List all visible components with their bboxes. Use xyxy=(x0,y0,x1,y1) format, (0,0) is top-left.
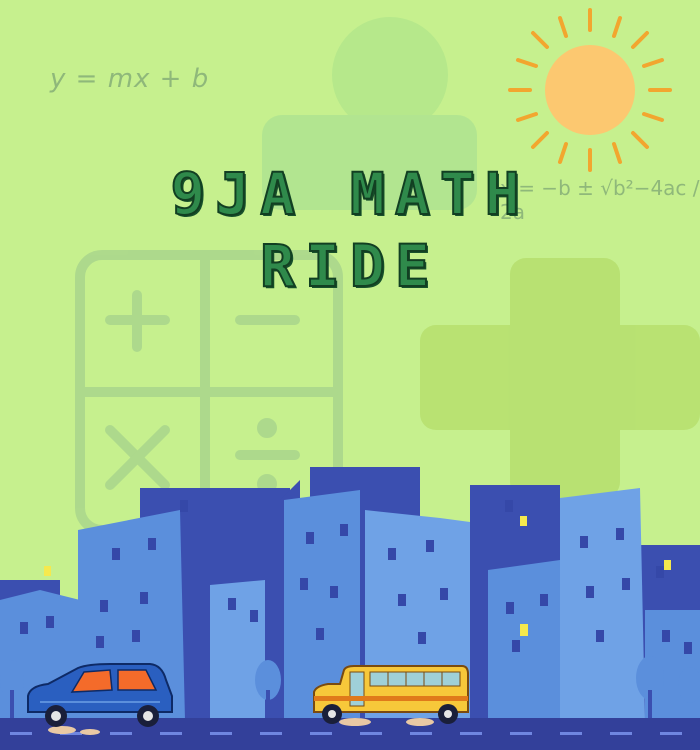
game-title: 9JA MATH RIDE xyxy=(0,158,700,302)
sun-icon xyxy=(508,8,672,172)
background-art xyxy=(0,8,700,750)
game-title-line-2: RIDE xyxy=(259,231,440,301)
road xyxy=(0,718,700,750)
game-scene: y = mx + b x = −b ± √b²−4ac / 2a 9JA MAT… xyxy=(0,0,700,750)
linear-equation-text: y = mx + b xyxy=(50,64,210,94)
game-title-line-1: 9JA MATH xyxy=(169,159,530,229)
